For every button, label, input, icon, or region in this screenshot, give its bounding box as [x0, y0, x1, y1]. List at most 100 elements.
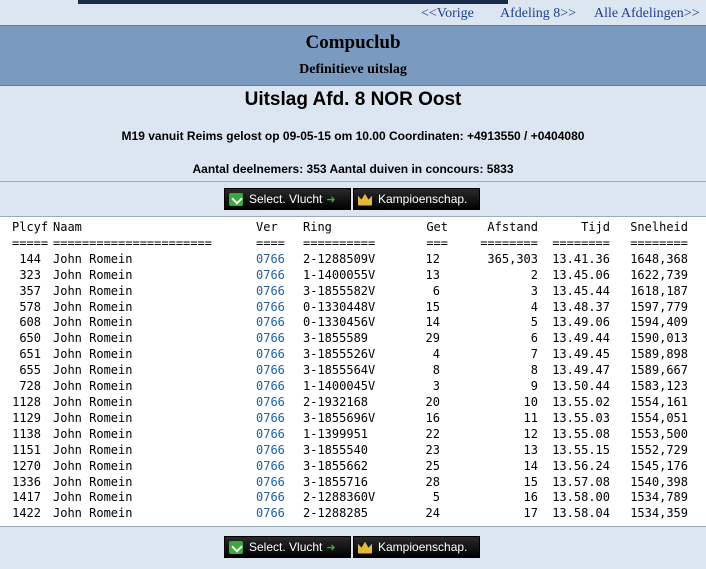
cell-ver[interactable]: 0766	[256, 363, 303, 379]
select-flight-label: Select. Vlucht	[249, 192, 323, 206]
race-info: M19 vanuit Reims gelost op 09-05-15 om 1…	[121, 129, 585, 143]
table-row: 650 John Romein 0766 3-1855589 29 6 13.49.44 15…	[0, 331, 688, 347]
division-8-link[interactable]: Afdeling 8>>	[500, 6, 576, 22]
cell-name: John Romein	[53, 458, 133, 473]
cell-time: 13.50.44	[552, 379, 610, 394]
cell-place: 651	[19, 347, 41, 362]
cell-ver[interactable]: 0766	[256, 331, 303, 347]
table-header-name: Naam	[53, 220, 82, 234]
select-flight-button[interactable]: Select. Vlucht ➜	[224, 188, 351, 210]
cell-place: 1422	[12, 506, 41, 521]
cell-ring: 3-1855716	[303, 474, 369, 489]
download-icon	[229, 540, 243, 554]
cell-ring: 0-1330448V	[303, 299, 376, 314]
cell-speed: 1618,187	[630, 283, 688, 298]
table-row: 1128 John Romein 0766 2-1932168 20 10 13.55.02…	[0, 395, 688, 411]
cell-time: 13.58.04	[552, 506, 610, 521]
table-row: 728 John Romein 0766 1-1400045V 3 9 13.50.44 15…	[0, 379, 688, 395]
select-flight-button[interactable]: Select. Vlucht ➜	[224, 536, 351, 558]
table-row: 1417 John Romein 0766 2-1288360V 5 16 13.58.00…	[0, 490, 688, 506]
cell-ver[interactable]: 0766	[256, 284, 303, 300]
cell-speed: 1554,161	[630, 394, 688, 409]
cell-ver[interactable]: 0766	[256, 268, 303, 284]
cell-distance: 13	[523, 442, 538, 457]
cell-time: 13.45.44	[552, 283, 610, 298]
cell-name: John Romein	[53, 379, 133, 394]
cell-name: John Romein	[53, 410, 133, 425]
cell-ver[interactable]: 0766	[256, 300, 303, 316]
table-header-underline-place: =====	[12, 235, 49, 250]
results-table: Plcyf Naam Ver Ring Get Afstand Tijd Snelheid ==…	[0, 220, 688, 522]
cell-ver[interactable]: 0766	[256, 379, 303, 395]
cell-name: John Romein	[53, 474, 133, 489]
cell-name: John Romein	[53, 442, 133, 457]
cell-ver[interactable]: 0766	[256, 395, 303, 411]
cell-ring: 3-1855662	[303, 458, 369, 473]
table-header-underline: ===== ====================== ==== =========…	[0, 236, 688, 252]
cell-name: John Romein	[53, 251, 133, 266]
cell-distance: 5	[530, 315, 538, 330]
cell-speed: 1552,729	[630, 442, 688, 457]
cell-ver[interactable]: 0766	[256, 506, 303, 522]
cell-name: John Romein	[53, 490, 133, 505]
previous-link[interactable]: <<Vorige	[421, 6, 474, 22]
championship-button[interactable]: Kampioenschap.	[353, 536, 480, 558]
table-header-underline-distance: ========	[480, 235, 538, 250]
cell-distance: 6	[530, 331, 538, 346]
cell-ver[interactable]: 0766	[256, 315, 303, 331]
cell-place: 1336	[12, 474, 41, 489]
result-subtitle: Definitieve uitslag	[299, 62, 407, 77]
cell-get: 15	[425, 299, 440, 314]
cell-ring: 2-1288360V	[303, 490, 376, 505]
table-row: 1422 John Romein 0766 2-1288285 24 17 13.58.04…	[0, 506, 688, 522]
cell-ver[interactable]: 0766	[256, 490, 303, 506]
cell-get: 20	[425, 394, 440, 409]
table-row: 1138 John Romein 0766 1-1399951 22 12 13.55.08…	[0, 427, 688, 443]
cell-place: 144	[19, 251, 41, 266]
cell-speed: 1554,051	[630, 410, 688, 425]
table-header-place: Plcyf	[12, 220, 49, 234]
cell-ring: 2-1288285	[303, 506, 369, 521]
cell-ver[interactable]: 0766	[256, 475, 303, 491]
cell-ver[interactable]: 0766	[256, 252, 303, 268]
championship-button[interactable]: Kampioenschap.	[353, 188, 480, 210]
cell-place: 323	[19, 267, 41, 282]
participant-count: Aantal deelnemers: 353 Aantal duiven in …	[192, 162, 514, 176]
cell-name: John Romein	[53, 426, 133, 441]
table-header-underline-name: ======================	[53, 235, 212, 250]
cell-distance: 16	[523, 490, 538, 505]
cell-ver[interactable]: 0766	[256, 411, 303, 427]
all-divisions-link[interactable]: Alle Afdelingen>>	[594, 6, 700, 22]
select-flight-label: Select. Vlucht	[249, 540, 323, 554]
cell-ring: 3-1855526V	[303, 347, 376, 362]
table-header: Plcyf Naam Ver Ring Get Afstand Tijd Snelheid	[0, 220, 688, 236]
download-icon	[229, 192, 243, 206]
cell-time: 13.49.45	[552, 347, 610, 362]
table-header-underline-ring: ==========	[303, 235, 376, 250]
table-row: 1270 John Romein 0766 3-1855662 25 14 13.56.24…	[0, 459, 688, 475]
cell-ver[interactable]: 0766	[256, 347, 303, 363]
cell-ver[interactable]: 0766	[256, 427, 303, 443]
arrow-right-icon: ➜	[326, 193, 336, 206]
cell-distance: 2	[530, 267, 538, 282]
cell-time: 13.55.03	[552, 410, 610, 425]
navigation-row: <<Vorige Afdeling 8>> Alle Afdelingen>>	[0, 4, 706, 25]
cell-ring: 3-1855564V	[303, 363, 376, 378]
cell-ring: 1-1400045V	[303, 379, 376, 394]
club-header: Compuclub Definitieve uitslag	[0, 25, 706, 86]
cell-place: 728	[19, 379, 41, 394]
cell-ver[interactable]: 0766	[256, 459, 303, 475]
table-header-underline-time: ========	[552, 235, 610, 250]
cell-ring: 3-1855582V	[303, 283, 376, 298]
cell-ver[interactable]: 0766	[256, 443, 303, 459]
cell-distance: 8	[530, 363, 538, 378]
cell-speed: 1534,359	[630, 506, 688, 521]
cell-distance: 3	[530, 283, 538, 298]
cell-distance: 15	[523, 474, 538, 489]
table-header-time: Tijd	[581, 220, 610, 234]
cell-name: John Romein	[53, 347, 133, 362]
cell-speed: 1597,779	[630, 299, 688, 314]
crown-icon	[358, 193, 372, 206]
cell-time: 13.45.06	[552, 267, 610, 282]
table-header-ring: Ring	[303, 220, 332, 234]
